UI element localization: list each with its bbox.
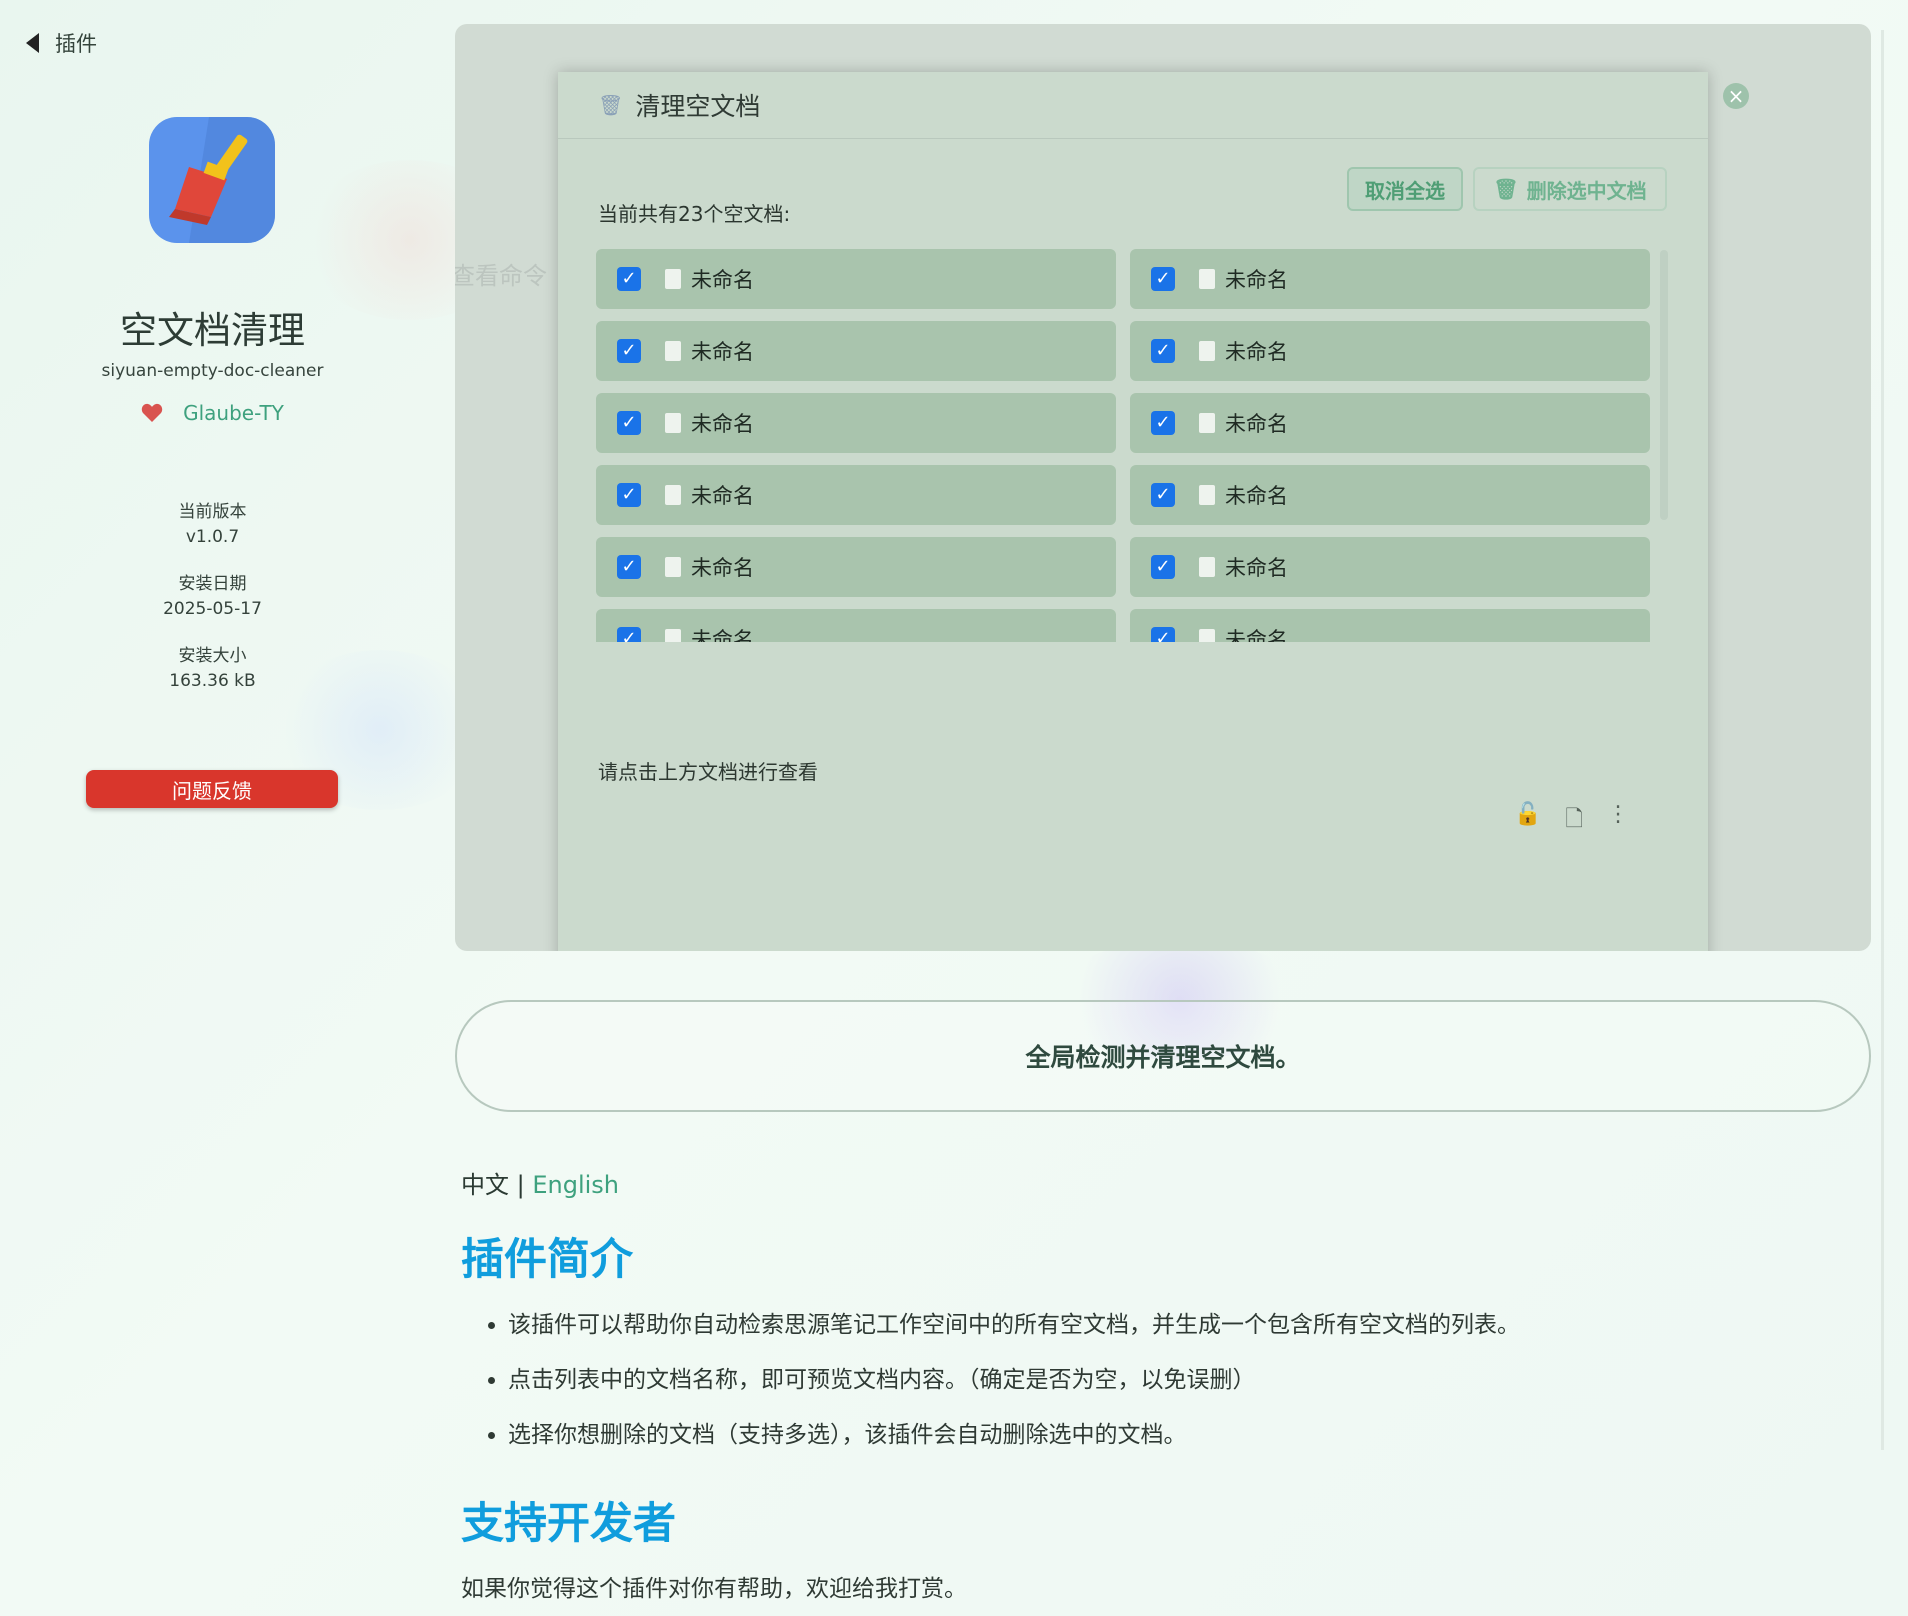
language-switch: 中文 | English bbox=[461, 1165, 619, 1200]
version-label: 当前版本 bbox=[178, 502, 247, 522]
file-icon bbox=[1199, 485, 1215, 505]
trash-icon: 🗑 bbox=[598, 93, 624, 117]
list-scrollbar bbox=[1660, 250, 1668, 520]
preview-hint: 请点击上方文档进行查看 bbox=[598, 760, 818, 784]
doc-list-item: ✓ 未命名 bbox=[596, 537, 1116, 597]
plugin-broom-icon bbox=[149, 117, 275, 243]
file-icon bbox=[665, 485, 681, 505]
file-icon bbox=[1199, 629, 1215, 642]
install-date-value: 2025-05-17 bbox=[163, 599, 262, 619]
plugin-name: 空文档清理 bbox=[120, 309, 305, 352]
checkbox-checked-icon: ✓ bbox=[1151, 267, 1175, 291]
file-icon bbox=[1199, 413, 1215, 433]
checkbox-checked-icon: ✓ bbox=[1151, 555, 1175, 579]
doc-list-item: ✓ 未命名 bbox=[1130, 465, 1650, 525]
intro-heading: 插件简介 bbox=[461, 1235, 633, 1285]
delete-icon: 🗑 bbox=[1493, 177, 1519, 201]
checkbox-checked-icon: ✓ bbox=[617, 555, 641, 579]
plugin-package: siyuan-empty-doc-cleaner bbox=[101, 361, 324, 381]
checkbox-checked-icon: ✓ bbox=[617, 483, 641, 507]
dialog-header: 🗑 清理空文档 bbox=[558, 72, 1708, 139]
doc-name: 未命名 bbox=[1225, 484, 1288, 508]
doc-name: 未命名 bbox=[1225, 628, 1288, 642]
summary-banner: 全局检测并清理空文档。 bbox=[455, 1000, 1871, 1112]
unselect-all-button: 取消全选 bbox=[1347, 167, 1463, 211]
back-arrow-icon bbox=[26, 33, 39, 53]
lang-separator: | bbox=[509, 1171, 533, 1199]
intro-list: 该插件可以帮助你自动检索思源笔记工作空间中的所有空文档，并生成一个包含所有空文档… bbox=[478, 1305, 1520, 1470]
ghost-command-text: 查看命令 bbox=[455, 262, 547, 290]
file-icon bbox=[665, 629, 681, 642]
file-icon bbox=[1199, 341, 1215, 361]
file-icon bbox=[1199, 269, 1215, 289]
checkbox-checked-icon: ✓ bbox=[617, 627, 641, 642]
checkbox-checked-icon: ✓ bbox=[617, 339, 641, 363]
doc-list-item: ✓ 未命名 bbox=[1130, 393, 1650, 453]
list-item: 点击列表中的文档名称，即可预览文档内容。（确定是否为空，以免误删） bbox=[508, 1360, 1520, 1415]
doc-name: 未命名 bbox=[1225, 412, 1288, 436]
more-icon: ⋮ bbox=[1607, 802, 1630, 827]
doc-name: 未命名 bbox=[1225, 268, 1288, 292]
doc-list-item: ✓ 未命名 bbox=[596, 609, 1116, 642]
doc-list-item: ✓ 未命名 bbox=[1130, 609, 1650, 642]
plugin-screenshot: 查看命令 × 🗑 清理空文档 当前共有23个空文档: 取消全选 🗑 删除选中文档… bbox=[455, 24, 1871, 951]
checkbox-checked-icon: ✓ bbox=[617, 267, 641, 291]
doc-name: 未命名 bbox=[691, 268, 754, 292]
install-size-label: 安装大小 bbox=[178, 646, 247, 666]
lang-en-link[interactable]: English bbox=[532, 1171, 619, 1199]
support-heading: 支持开发者 bbox=[461, 1499, 676, 1549]
back-button[interactable]: 插件 bbox=[26, 28, 97, 58]
version-value: v1.0.7 bbox=[185, 527, 240, 547]
install-date-label: 安装日期 bbox=[178, 574, 247, 594]
support-text: 如果你觉得这个插件对你有帮助，欢迎给我打赏。 bbox=[461, 1576, 967, 1602]
doc-name: 未命名 bbox=[691, 340, 754, 364]
file-icon bbox=[665, 557, 681, 577]
doc-count-text: 当前共有23个空文档: bbox=[598, 202, 791, 226]
install-size-value: 163.36 kB bbox=[169, 671, 256, 691]
dialog-toolbar: 🔓 🗋 ⋮ bbox=[1514, 802, 1629, 840]
preview-dialog: 🗑 清理空文档 当前共有23个空文档: 取消全选 🗑 删除选中文档 ✓ 未命名 ✓ 未… bbox=[558, 72, 1708, 951]
doc-name: 未命名 bbox=[1225, 340, 1288, 364]
page-scrollbar[interactable] bbox=[1881, 30, 1884, 1450]
doc-name: 未命名 bbox=[1225, 556, 1288, 580]
list-item: 该插件可以帮助你自动检索思源笔记工作空间中的所有空文档，并生成一个包含所有空文档… bbox=[508, 1305, 1520, 1360]
checkbox-checked-icon: ✓ bbox=[1151, 483, 1175, 507]
file-icon bbox=[1199, 557, 1215, 577]
lang-zh: 中文 bbox=[461, 1171, 509, 1199]
back-label: 插件 bbox=[55, 32, 97, 56]
checkbox-checked-icon: ✓ bbox=[617, 411, 641, 435]
unlock-icon: 🔓 bbox=[1514, 802, 1542, 827]
delete-selected-button: 🗑 删除选中文档 bbox=[1473, 167, 1667, 211]
doc-name: 未命名 bbox=[691, 484, 754, 508]
close-icon: × bbox=[1723, 83, 1749, 109]
file-icon bbox=[665, 269, 681, 289]
doc-name: 未命名 bbox=[691, 556, 754, 580]
doc-list-item: ✓ 未命名 bbox=[1130, 249, 1650, 309]
doc-list-item: ✓ 未命名 bbox=[596, 393, 1116, 453]
document-icon: 🗋 bbox=[1565, 807, 1584, 832]
author-name: Glaube-TY bbox=[183, 401, 284, 425]
feedback-button[interactable]: 问题反馈 bbox=[86, 770, 338, 808]
doc-list-item: ✓ 未命名 bbox=[596, 465, 1116, 525]
list-item: 选择你想删除的文档（支持多选），该插件会自动删除选中的文档。 bbox=[508, 1415, 1520, 1470]
author-link[interactable]: Glaube-TY bbox=[0, 401, 425, 425]
file-icon bbox=[665, 413, 681, 433]
file-icon bbox=[665, 341, 681, 361]
dialog-title: 清理空文档 bbox=[635, 92, 761, 121]
checkbox-checked-icon: ✓ bbox=[1151, 411, 1175, 435]
heart-icon bbox=[141, 403, 163, 422]
delete-selected-label: 删除选中文档 bbox=[1526, 178, 1647, 203]
checkbox-checked-icon: ✓ bbox=[1151, 627, 1175, 642]
doc-list-item: ✓ 未命名 bbox=[1130, 537, 1650, 597]
doc-list-item: ✓ 未命名 bbox=[596, 249, 1116, 309]
checkbox-checked-icon: ✓ bbox=[1151, 339, 1175, 363]
doc-name: 未命名 bbox=[691, 628, 754, 642]
doc-list-item: ✓ 未命名 bbox=[1130, 321, 1650, 381]
doc-name: 未命名 bbox=[691, 412, 754, 436]
doc-list: ✓ 未命名 ✓ 未命名 ✓ 未命名 ✓ 未命名 ✓ 未命名 ✓ 未命名 ✓ 未命名 ✓ 未命名 ✓ 未命名 ✓ 未命名… bbox=[596, 249, 1650, 642]
doc-list-item: ✓ 未命名 bbox=[596, 321, 1116, 381]
